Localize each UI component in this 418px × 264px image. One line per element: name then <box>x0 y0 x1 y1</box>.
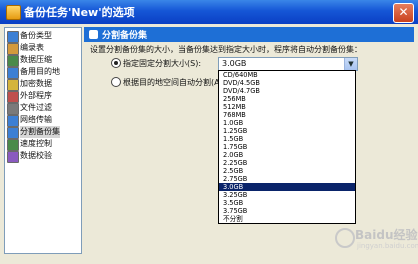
sidebar-item[interactable]: 加密数据 <box>7 78 79 91</box>
panel-title: 分割备份集 <box>102 31 148 41</box>
app-icon <box>6 5 21 20</box>
dropdown-option[interactable]: 3.5GB <box>219 199 355 207</box>
fixed-size-radio[interactable] <box>111 58 121 68</box>
sidebar-item-label: 网络传输 <box>20 115 52 124</box>
options-sidebar: 备份类型编录表数据压缩备用目的地加密数据外部程序文件过滤网络传输分割备份集 速度控… <box>4 27 82 254</box>
sidebar-item-label: 数据校验 <box>20 151 52 160</box>
dropdown-option[interactable]: DVD/4.7GB <box>219 87 355 95</box>
dropdown-option[interactable]: 2.25GB <box>219 159 355 167</box>
sidebar-item-label: 备份类型 <box>20 31 52 40</box>
dropdown-option[interactable]: 2.5GB <box>219 167 355 175</box>
sidebar-item-label: 编录表 <box>20 43 44 52</box>
dropdown-option[interactable]: 1.0GB <box>219 119 355 127</box>
sidebar-item[interactable]: 速度控制 <box>7 138 79 151</box>
sidebar-item[interactable]: 数据校验 <box>7 150 79 163</box>
watermark-subtext: jingyan.baidu.com <box>357 242 418 250</box>
split-size-select[interactable]: 3.0GB ▼ <box>218 57 358 71</box>
sidebar-item[interactable]: 文件过滤 <box>7 102 79 115</box>
dropdown-option[interactable]: 512MB <box>219 103 355 111</box>
sidebar-item-label: 分割备份集 <box>20 126 60 138</box>
dropdown-option[interactable]: CD/640MB <box>219 71 355 79</box>
sidebar-item[interactable]: 分割备份集 <box>7 126 79 139</box>
panel-description: 设置分割备份集的大小，当备份集达到指定大小时，程序将自动分割备份集： <box>90 45 362 54</box>
dropdown-option[interactable]: 1.75GB <box>219 143 355 151</box>
fixed-size-label[interactable]: 指定固定分割大小(S): <box>123 58 201 69</box>
watermark: Baidu经验 jingyan.baidu.com <box>335 218 418 258</box>
split-size-value: 3.0GB <box>222 59 247 68</box>
dropdown-option[interactable]: 2.75GB <box>219 175 355 183</box>
sidebar-item-label: 加密数据 <box>20 79 52 88</box>
sidebar-item[interactable]: 编录表 <box>7 42 79 55</box>
auto-split-radio[interactable] <box>111 77 121 87</box>
sidebar-item[interactable]: 备用目的地 <box>7 66 79 79</box>
dropdown-option[interactable]: 1.25GB <box>219 127 355 135</box>
sidebar-item[interactable]: 网络传输 <box>7 114 79 127</box>
sidebar-item-icon <box>7 151 19 163</box>
dropdown-option[interactable]: 3.75GB <box>219 207 355 215</box>
dropdown-option[interactable]: DVD/4.5GB <box>219 79 355 87</box>
split-icon <box>89 30 98 39</box>
window-title: 备份任务'New'的选项 <box>24 6 135 19</box>
sidebar-item[interactable]: 数据压缩 <box>7 54 79 67</box>
title-bar: 备份任务'New'的选项 ✕ <box>0 0 418 24</box>
close-button[interactable]: ✕ <box>393 3 414 23</box>
sidebar-item-label: 备用目的地 <box>20 67 60 76</box>
chevron-down-icon[interactable]: ▼ <box>344 58 357 70</box>
sidebar-item-label: 数据压缩 <box>20 55 52 64</box>
dropdown-option[interactable]: 256MB <box>219 95 355 103</box>
options-window: 备份任务'New'的选项 ✕ 备份类型编录表数据压缩备用目的地加密数据外部程序文… <box>0 0 418 264</box>
watermark-text: Baidu经验 <box>355 228 418 242</box>
dropdown-option[interactable]: 768MB <box>219 111 355 119</box>
split-size-dropdown: CD/640MB DVD/4.5GB DVD/4.7GB 256MB 512MB 768M… <box>218 70 356 224</box>
dropdown-option[interactable]: 3.0GB <box>219 183 355 191</box>
dropdown-option[interactable]: 3.25GB <box>219 191 355 199</box>
auto-split-label[interactable]: 根据目的地空间自动分割(A) <box>123 77 223 88</box>
panel-header: 分割备份集 <box>84 27 414 42</box>
dropdown-option[interactable]: 2.0GB <box>219 151 355 159</box>
sidebar-item[interactable]: 备份类型 <box>7 30 79 43</box>
watermark-logo <box>335 228 355 248</box>
sidebar-item-label: 速度控制 <box>20 139 52 148</box>
dropdown-option[interactable]: 1.5GB <box>219 135 355 143</box>
sidebar-item-label: 文件过滤 <box>20 103 52 112</box>
sidebar-item[interactable]: 外部程序 <box>7 90 79 103</box>
close-icon: ✕ <box>398 5 409 19</box>
sidebar-item-label: 外部程序 <box>20 91 52 100</box>
